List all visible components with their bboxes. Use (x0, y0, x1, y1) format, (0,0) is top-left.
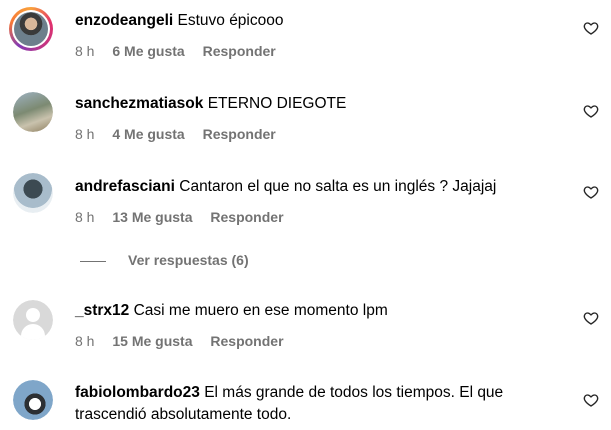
heart-icon[interactable] (583, 103, 599, 119)
default-user-icon (13, 300, 53, 340)
heart-icon[interactable] (583, 20, 599, 36)
avatar[interactable] (13, 380, 53, 420)
comment-text: Casi me muero en ese momento lpm (133, 302, 388, 319)
comment-item: enzodeangeli Estuvo épicooo 8 h 6 Me gus… (0, 0, 611, 70)
reply-button[interactable]: Responder (210, 333, 283, 349)
heart-icon[interactable] (583, 310, 599, 326)
comment-username[interactable]: sanchezmatiasok (75, 95, 203, 112)
avatar[interactable] (9, 7, 53, 51)
avatar[interactable] (13, 92, 53, 132)
comment-item: andrefasciani Cantaron el que no salta e… (0, 166, 611, 236)
comment-likes[interactable]: 6 Me gusta (112, 43, 184, 59)
comment-time: 8 h (75, 209, 95, 225)
reply-button[interactable]: Responder (210, 209, 283, 225)
view-replies-label: Ver respuestas (6) (128, 252, 249, 268)
comment-text: ETERNO DIEGOTE (207, 95, 347, 112)
heart-icon[interactable] (583, 392, 599, 408)
comment-username[interactable]: _strx12 (75, 302, 129, 319)
avatar[interactable] (13, 173, 53, 213)
comment-username[interactable]: andrefasciani (75, 178, 175, 195)
reply-button[interactable]: Responder (203, 126, 276, 142)
comment-text: Cantaron el que no salta es un inglés ? … (179, 178, 497, 195)
heart-icon[interactable] (583, 184, 599, 200)
comment-likes[interactable]: 15 Me gusta (112, 333, 192, 349)
comment-likes[interactable]: 13 Me gusta (112, 209, 192, 225)
comment-likes[interactable]: 4 Me gusta (112, 126, 184, 142)
comment-item: sanchezmatiasok ETERNO DIEGOTE 8 h 4 Me … (0, 85, 611, 155)
comment-username[interactable]: fabiolombardo23 (75, 384, 200, 401)
comment-item: _strx12 Casi me muero en ese momento lpm… (0, 292, 611, 362)
comment-time: 8 h (75, 333, 95, 349)
divider (80, 260, 106, 262)
comment-item: fabiolombardo23 El más grande de todos l… (0, 373, 611, 430)
comment-username[interactable]: enzodeangeli (75, 12, 173, 29)
avatar[interactable] (13, 300, 53, 340)
comment-text: Estuvo épicooo (177, 12, 284, 29)
comment-time: 8 h (75, 126, 95, 142)
view-replies-button[interactable]: Ver respuestas (6) (80, 252, 249, 268)
reply-button[interactable]: Responder (203, 43, 276, 59)
comment-time: 8 h (75, 43, 95, 59)
